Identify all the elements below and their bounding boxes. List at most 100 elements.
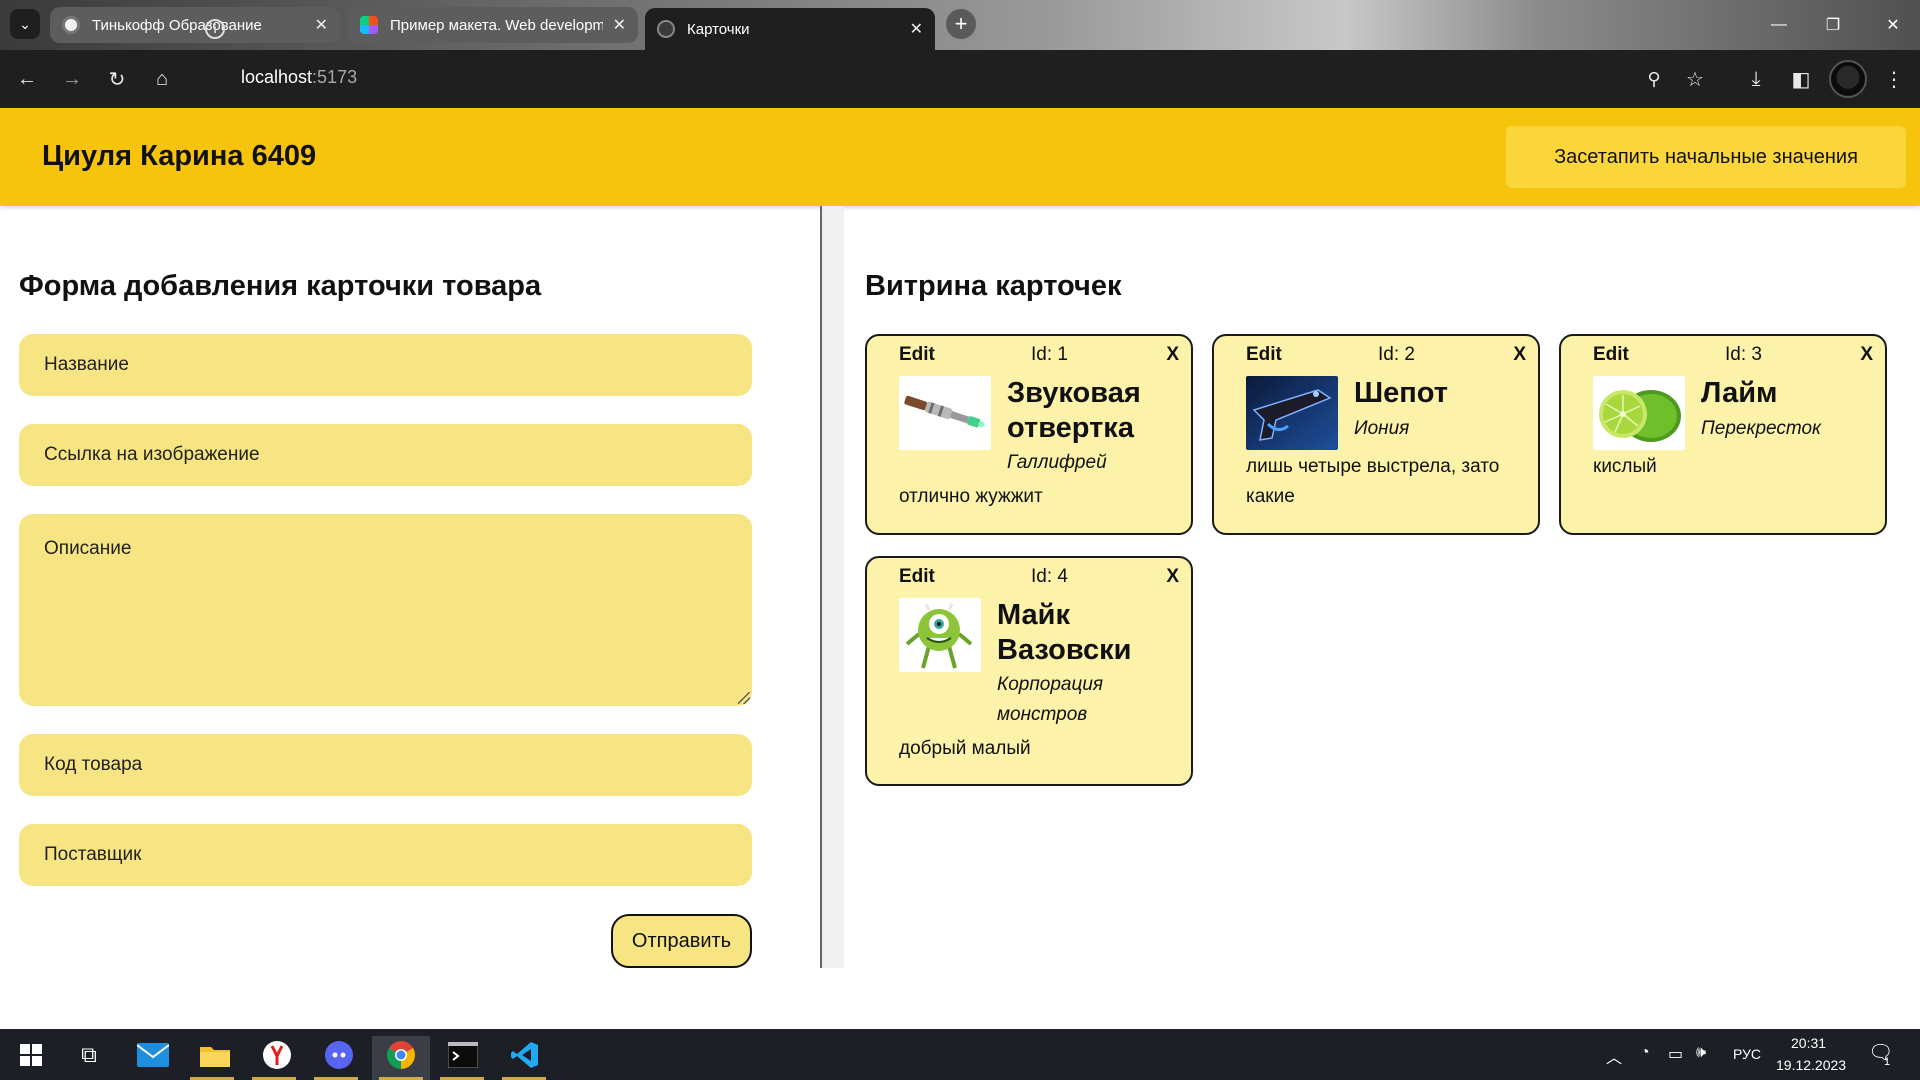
volume-icon[interactable]: 🕪	[1696, 1044, 1706, 1062]
profile-avatar[interactable]	[1829, 60, 1867, 98]
delete-card-button[interactable]: X	[1166, 344, 1179, 366]
card-description: добрый малый	[899, 738, 1031, 759]
battery-icon[interactable]: ▭	[1668, 1044, 1683, 1064]
reload-icon: ↻	[108, 68, 126, 91]
code-placeholder: Код товара	[44, 754, 143, 775]
sonic-screwdriver-image	[899, 376, 991, 450]
windows-logo-icon	[20, 1044, 42, 1066]
close-tab-icon[interactable]: ✕	[910, 19, 923, 39]
discord-icon	[325, 1041, 353, 1069]
card-name: Шепот	[1354, 377, 1448, 409]
resize-handle-icon[interactable]	[738, 692, 750, 704]
product-card: Edit Id: 2 X Шепот Иония лишь четыре выс…	[1212, 334, 1540, 535]
yandex-browser-icon	[263, 1041, 291, 1069]
close-icon: ✕	[1886, 17, 1900, 34]
forward-button[interactable]: →	[56, 63, 88, 95]
download-icon: ⤓	[1751, 67, 1761, 90]
submit-button[interactable]: Отправить	[611, 914, 752, 968]
provider-input[interactable]: Поставщик	[19, 824, 752, 886]
close-window-button[interactable]: ✕	[1866, 0, 1920, 50]
image-link-placeholder: Ссылка на изображение	[44, 444, 260, 465]
terminal-icon	[448, 1042, 478, 1068]
new-tab-button[interactable]: +	[946, 9, 976, 39]
task-view-button[interactable]: ⧉	[70, 1036, 108, 1074]
delete-card-button[interactable]: X	[1860, 344, 1873, 366]
home-icon: ⌂	[155, 67, 169, 90]
page-title: Циуля Карина 6409	[42, 140, 317, 172]
taskbar-chrome[interactable]	[382, 1036, 420, 1074]
edit-button[interactable]: Edit	[1593, 344, 1629, 366]
url-text[interactable]: localhost:5173	[241, 67, 357, 88]
tab-title: Карточки	[687, 20, 750, 38]
notification-count: 1	[1884, 1056, 1891, 1068]
card-provider: Иония	[1354, 418, 1410, 439]
globe-favicon-icon	[657, 20, 675, 38]
url-port: :5173	[312, 67, 358, 87]
downloads-button[interactable]: ⤓	[1740, 63, 1772, 95]
bookmark-button[interactable]: ☆	[1679, 63, 1711, 95]
taskbar-mail[interactable]	[134, 1036, 172, 1074]
mike-wazowski-image	[899, 598, 981, 672]
description-placeholder: Описание	[44, 538, 132, 559]
arrow-right-icon: →	[62, 67, 82, 90]
lime-image	[1593, 376, 1685, 450]
taskbar-vscode[interactable]	[506, 1036, 544, 1074]
provider-placeholder: Поставщик	[44, 844, 142, 865]
taskbar-discord[interactable]	[320, 1036, 358, 1074]
reset-values-button[interactable]: Засетапить начальные значения	[1506, 126, 1906, 188]
browser-menu-button[interactable]: ⋮	[1878, 63, 1910, 95]
mail-icon	[137, 1043, 169, 1067]
close-tab-icon[interactable]: ✕	[613, 15, 626, 35]
tray-chevron-icon[interactable]: ︿	[1606, 1044, 1622, 1068]
taskbar-yandex[interactable]	[258, 1036, 296, 1074]
wifi-icon[interactable]: ◔	[1640, 1044, 1650, 1062]
card-name: Лайм	[1701, 377, 1778, 409]
card-description: кислый	[1593, 456, 1657, 477]
name-input[interactable]: Название	[19, 334, 752, 396]
folder-icon	[200, 1047, 230, 1067]
reload-button[interactable]: ↻	[101, 63, 133, 95]
tab-figma[interactable]: Пример макета. Web development ✕	[348, 7, 638, 43]
taskbar-explorer[interactable]	[196, 1036, 234, 1074]
tab-title: Тинькофф Образование	[92, 16, 262, 34]
start-button[interactable]	[12, 1036, 50, 1074]
side-panel-button[interactable]: ◧	[1785, 63, 1817, 95]
panel-gutter	[822, 206, 844, 968]
image-link-input[interactable]: Ссылка на изображение	[19, 424, 752, 486]
back-button[interactable]: ←	[11, 63, 43, 95]
language-indicator[interactable]: РУС	[1733, 1046, 1761, 1062]
home-button[interactable]: ⌂	[146, 63, 178, 95]
card-description: лишь четыре выстрела, зато какие	[1246, 456, 1500, 507]
code-input[interactable]: Код товара	[19, 734, 752, 796]
clock-date[interactable]: 19.12.2023	[1776, 1057, 1846, 1073]
edit-button[interactable]: Edit	[899, 344, 935, 366]
address-bar[interactable]	[196, 59, 1716, 99]
tab-search-button[interactable]: ⌄	[10, 9, 40, 39]
tab-cards[interactable]: Карточки ✕	[645, 8, 935, 50]
close-tab-icon[interactable]: ✕	[315, 15, 328, 35]
clock-time[interactable]: 20:31	[1791, 1035, 1826, 1051]
card-id: Id: 1	[1031, 344, 1068, 365]
card-id: Id: 4	[1031, 566, 1068, 587]
figma-favicon-icon	[360, 16, 378, 34]
restore-button[interactable]: ❐	[1806, 0, 1860, 50]
restore-icon: ❐	[1825, 17, 1841, 34]
description-textarea[interactable]: Описание	[19, 514, 752, 706]
minimize-button[interactable]: —	[1752, 0, 1806, 50]
tab-tinkoff[interactable]: Тинькофф Образование ✕	[50, 7, 340, 43]
taskbar-terminal[interactable]	[444, 1036, 482, 1074]
delete-card-button[interactable]: X	[1513, 344, 1526, 366]
card-name: Звуковая отвертка	[1007, 377, 1141, 444]
vscode-icon	[511, 1042, 538, 1068]
chevron-down-icon: ⌄	[19, 15, 31, 32]
delete-card-button[interactable]: X	[1166, 566, 1179, 588]
showcase-heading: Витрина карточек	[865, 270, 1122, 302]
edit-button[interactable]: Edit	[899, 566, 935, 588]
zoom-button[interactable]: ⚲	[1638, 63, 1670, 95]
site-info-icon[interactable]: i	[205, 19, 225, 39]
edit-button[interactable]: Edit	[1246, 344, 1282, 366]
card-provider: Перекресток	[1701, 418, 1822, 439]
tinkoff-favicon-icon	[62, 16, 80, 34]
product-card: Edit Id: 3 X Лайм Перекресток кислый	[1559, 334, 1887, 535]
form-heading: Форма добавления карточки товара	[19, 270, 542, 302]
